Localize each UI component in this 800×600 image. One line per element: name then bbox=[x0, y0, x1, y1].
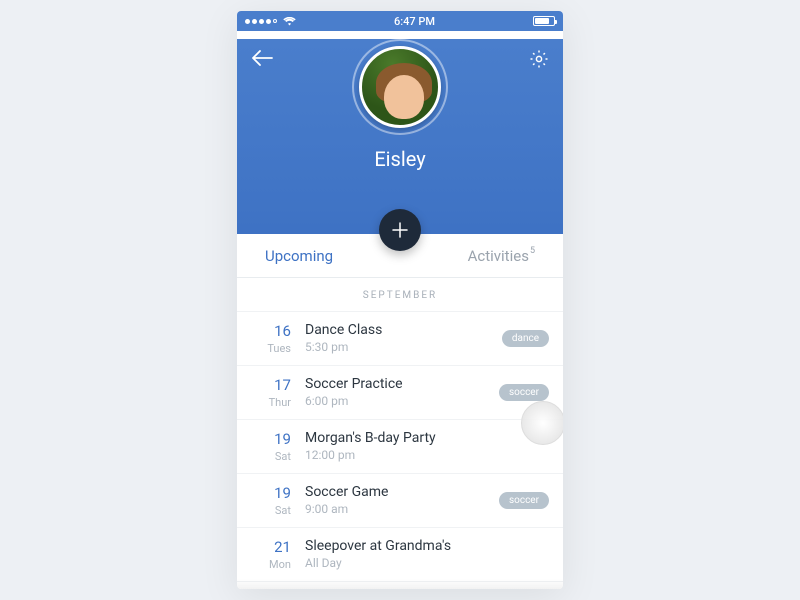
wifi-icon bbox=[283, 17, 296, 26]
list-item[interactable]: 19 Sat Morgan's B-day Party 12:00 pm bbox=[237, 419, 563, 473]
date-number: 21 bbox=[237, 538, 291, 556]
date-number: 19 bbox=[237, 430, 291, 448]
avatar[interactable] bbox=[359, 46, 441, 128]
info-column: Soccer Game 9:00 am bbox=[305, 484, 499, 516]
date-column: 17 Thur bbox=[237, 376, 305, 409]
event-title: Sleepover at Grandma's bbox=[305, 538, 549, 554]
info-column: Sleepover at Grandma's All Day bbox=[305, 538, 549, 570]
date-column: 21 Mon bbox=[237, 538, 305, 571]
profile-name: Eisley bbox=[237, 147, 563, 171]
event-title: Soccer Game bbox=[305, 484, 499, 500]
event-list[interactable]: 16 Tues Dance Class 5:30 pm dance 17 Thu… bbox=[237, 311, 563, 589]
list-item[interactable]: 19 Sat Soccer Game 9:00 am soccer bbox=[237, 473, 563, 527]
info-column: Dance Class 5:30 pm bbox=[305, 322, 502, 354]
category-badge: dance bbox=[502, 330, 549, 347]
info-column: Soccer Practice 6:00 pm bbox=[305, 376, 499, 408]
tab-upcoming[interactable]: Upcoming bbox=[237, 234, 400, 277]
avatar-ring bbox=[352, 39, 448, 135]
date-dayname: Thur bbox=[237, 396, 291, 409]
date-dayname: Tues bbox=[237, 342, 291, 355]
date-dayname: Sat bbox=[237, 450, 291, 463]
list-item[interactable]: 21 Mon Sleepover at Grandma's All Day bbox=[237, 527, 563, 581]
tab-upcoming-label: Upcoming bbox=[265, 247, 333, 265]
event-time: All Day bbox=[305, 556, 549, 570]
signal-dots-icon bbox=[245, 19, 277, 24]
date-column: 19 Sat bbox=[237, 430, 305, 463]
tab-activities-count: 5 bbox=[530, 246, 535, 256]
event-time: 9:00 am bbox=[305, 502, 499, 516]
add-button[interactable] bbox=[379, 209, 421, 251]
date-dayname: Sat bbox=[237, 504, 291, 517]
event-time: 5:30 pm bbox=[305, 340, 502, 354]
list-item[interactable]: 17 Thur Soccer Practice 6:00 pm soccer bbox=[237, 365, 563, 419]
event-time: 12:00 pm bbox=[305, 448, 549, 462]
date-column: 19 Sat bbox=[237, 484, 305, 517]
date-number: 16 bbox=[237, 322, 291, 340]
status-bar: 6:47 PM bbox=[237, 11, 563, 31]
back-button[interactable] bbox=[251, 49, 273, 71]
date-number: 17 bbox=[237, 376, 291, 394]
category-badge: soccer bbox=[499, 492, 549, 509]
category-badge: soccer bbox=[499, 384, 549, 401]
event-title: Soccer Practice bbox=[305, 376, 499, 392]
status-left bbox=[245, 17, 296, 26]
phone-frame: 6:47 PM Eisley Upcoming Activities5 SEPT… bbox=[237, 11, 563, 589]
profile-header: Eisley bbox=[237, 39, 563, 234]
tab-activities[interactable]: Activities5 bbox=[400, 234, 563, 277]
event-title: Morgan's B-day Party bbox=[305, 430, 549, 446]
date-number: 19 bbox=[237, 484, 291, 502]
status-right bbox=[533, 16, 555, 26]
info-column: Morgan's B-day Party 12:00 pm bbox=[305, 430, 549, 462]
date-column: 16 Tues bbox=[237, 322, 305, 355]
month-header: SEPTEMBER bbox=[237, 278, 563, 311]
event-title: Dance Class bbox=[305, 322, 502, 338]
status-time: 6:47 PM bbox=[394, 15, 435, 28]
date-dayname: Mon bbox=[237, 558, 291, 571]
battery-icon bbox=[533, 16, 555, 26]
tab-activities-label: Activities bbox=[468, 247, 529, 265]
settings-button[interactable] bbox=[529, 49, 549, 73]
event-time: 6:00 pm bbox=[305, 394, 499, 408]
list-item[interactable]: 22 Dance Class bbox=[237, 581, 563, 589]
list-item[interactable]: 16 Tues Dance Class 5:30 pm dance bbox=[237, 311, 563, 365]
